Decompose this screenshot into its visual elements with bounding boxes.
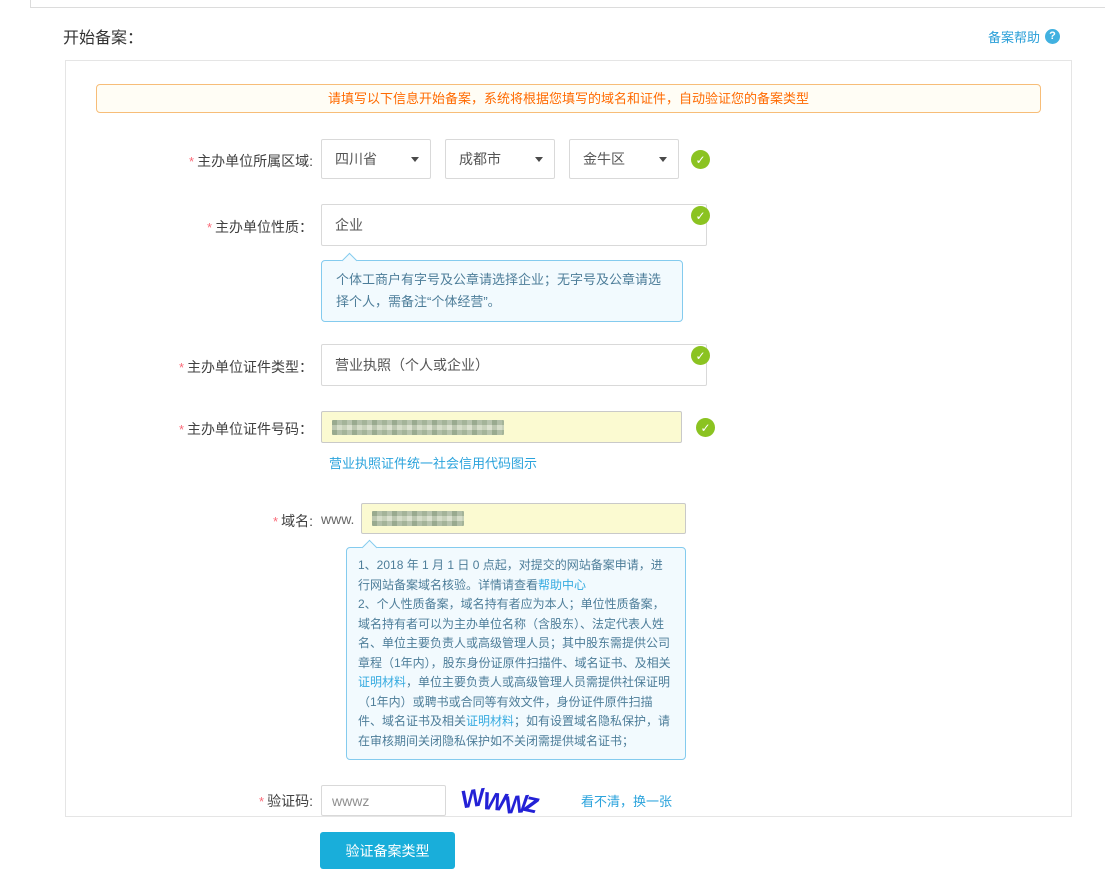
- domain-input[interactable]: [361, 503, 686, 534]
- cert-code-example-link[interactable]: 营业执照证件统一社会信用代码图示: [329, 453, 1071, 472]
- row-cert-number: *主办单位证件号码：: [66, 411, 1071, 443]
- proof-material-link[interactable]: 证明材料: [466, 714, 514, 728]
- required-asterisk: *: [189, 154, 194, 169]
- captcha-image[interactable]: W W W z: [461, 785, 549, 814]
- valid-check-icon: [691, 346, 710, 365]
- org-type-label: *主办单位性质：: [66, 204, 321, 237]
- page-title: 开始备案：: [63, 24, 143, 48]
- info-alert: 请填写以下信息开始备案，系统将根据您填写的域名和证件，自动验证您的备案类型: [96, 84, 1041, 113]
- cert-type-input[interactable]: [321, 344, 707, 386]
- org-type-input[interactable]: [321, 204, 707, 246]
- captcha-letter: W: [481, 787, 505, 818]
- verify-filing-type-button[interactable]: 验证备案类型: [320, 832, 455, 869]
- cert-type-label: *主办单位证件类型：: [66, 344, 321, 377]
- chevron-down-icon: [535, 157, 543, 162]
- page-header: 开始备案： 备案帮助 ?: [63, 24, 1060, 48]
- row-captcha: *验证码: W W W z 看不清，换一张: [66, 785, 1071, 816]
- masked-cert-number: [332, 420, 504, 435]
- valid-check-icon: [696, 418, 715, 437]
- chevron-down-icon: [659, 157, 667, 162]
- cert-number-input[interactable]: [321, 411, 682, 443]
- previous-panel-edge: [30, 0, 1105, 8]
- valid-check-icon: [691, 206, 710, 225]
- beian-help[interactable]: 备案帮助 ?: [988, 27, 1060, 46]
- beian-start-page: 开始备案： 备案帮助 ? 请填写以下信息开始备案，系统将根据您填写的域名和证件，…: [0, 0, 1105, 893]
- filing-form-panel: 请填写以下信息开始备案，系统将根据您填写的域名和证件，自动验证您的备案类型 *主…: [65, 60, 1072, 817]
- info-alert-text: 请填写以下信息开始备案，系统将根据您填写的域名和证件，自动验证您的备案类型: [328, 91, 809, 106]
- row-region: *主办单位所属区域: 四川省 成都市 金牛区: [66, 139, 1071, 179]
- captcha-letter: W: [459, 784, 484, 816]
- row-org-type: *主办单位性质： 个体工商户有字号及公章请选择企业；无字号及公章请选择个人，需备…: [66, 204, 1071, 322]
- captcha-label: *验证码:: [66, 791, 321, 811]
- domain-label: *域名:: [66, 503, 321, 531]
- province-select[interactable]: 四川省: [321, 139, 431, 179]
- org-type-tooltip-text: 个体工商户有字号及公章请选择企业；无字号及公章请选择个人，需备注“个体经营”。: [336, 272, 661, 309]
- www-prefix: www.: [321, 503, 354, 534]
- required-asterisk: *: [179, 360, 184, 375]
- required-asterisk: *: [273, 514, 278, 529]
- row-domain: *域名: www. 1、2018 年 1 月 1 日 0 点起，对提交的网站备案…: [66, 503, 1071, 760]
- city-select[interactable]: 成都市: [445, 139, 555, 179]
- cert-number-label: *主办单位证件号码：: [66, 411, 321, 439]
- region-label: *主办单位所属区域:: [66, 139, 321, 171]
- valid-check-icon: [691, 150, 710, 169]
- required-asterisk: *: [207, 220, 212, 235]
- question-circle-icon[interactable]: ?: [1045, 29, 1060, 44]
- captcha-refresh-link[interactable]: 看不清，换一张: [581, 791, 672, 810]
- proof-material-link[interactable]: 证明材料: [358, 675, 406, 689]
- help-center-link[interactable]: 帮助中心: [538, 578, 586, 592]
- required-asterisk: *: [259, 794, 264, 809]
- beian-help-link[interactable]: 备案帮助: [988, 27, 1040, 46]
- org-type-tooltip: 个体工商户有字号及公章请选择企业；无字号及公章请选择个人，需备注“个体经营”。: [321, 260, 683, 322]
- district-select[interactable]: 金牛区: [569, 139, 679, 179]
- domain-tooltip: 1、2018 年 1 月 1 日 0 点起，对提交的网站备案申请，进行网站备案域…: [346, 547, 686, 760]
- masked-domain: [372, 511, 464, 526]
- captcha-input[interactable]: [321, 785, 446, 816]
- required-asterisk: *: [179, 422, 184, 437]
- row-cert-type: *主办单位证件类型：: [66, 344, 1071, 386]
- domain-tip-seg1: 1、2018 年 1 月 1 日 0 点起，对提交的网站备案申请，进行网站备案域…: [358, 558, 663, 592]
- chevron-down-icon: [411, 157, 419, 162]
- domain-tip-seg2: 2、个人性质备案，域名持有者应为本人；单位性质备案，域名持有者可以为主办单位名称…: [358, 597, 671, 670]
